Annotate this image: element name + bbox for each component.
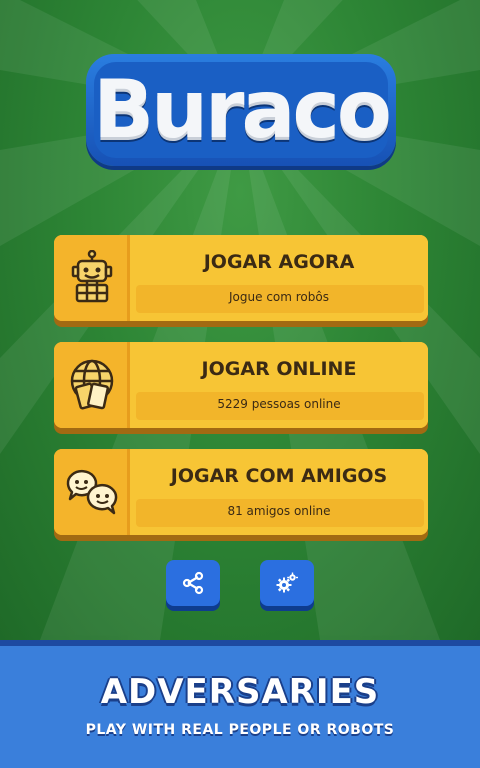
play-online-subtitle: 5229 pessoas online bbox=[217, 397, 341, 411]
play-with-friends-title: JOGAR COM AMIGOS bbox=[170, 465, 388, 487]
globe-cards-icon bbox=[70, 359, 114, 410]
buraco-logo: Buraco bbox=[86, 54, 396, 166]
play-now-title: JOGAR AGORA bbox=[203, 251, 355, 273]
play-now-button[interactable]: JOGAR AGORA Jogue com robôs bbox=[54, 235, 428, 321]
play-online-icon-box bbox=[54, 342, 130, 428]
robot-icon bbox=[71, 250, 113, 303]
play-now-subtitle: Jogue com robôs bbox=[229, 290, 329, 304]
promo-banner: ADVERSARIES PLAY WITH REAL PEOPLE OR ROB… bbox=[0, 640, 480, 768]
game-background: Buraco JOGAR AGORA Jogue com robôs JOGAR… bbox=[0, 0, 480, 640]
play-with-friends-subtitle: 81 amigos online bbox=[227, 504, 331, 518]
share-button[interactable] bbox=[166, 560, 220, 606]
settings-icon bbox=[276, 572, 298, 593]
banner-subtitle: PLAY WITH REAL PEOPLE OR ROBOTS bbox=[85, 722, 395, 738]
play-online-title: JOGAR ONLINE bbox=[201, 358, 357, 380]
settings-button[interactable] bbox=[260, 560, 314, 606]
play-now-face: JOGAR AGORA Jogue com robôs bbox=[130, 235, 428, 321]
share-icon bbox=[182, 571, 204, 595]
banner-title: ADVERSARIES bbox=[100, 672, 380, 712]
play-with-friends-button[interactable]: JOGAR COM AMIGOS 81 amigos online bbox=[54, 449, 428, 535]
friends-chat-icon bbox=[66, 469, 118, 515]
play-online-button[interactable]: JOGAR ONLINE 5229 pessoas online bbox=[54, 342, 428, 428]
play-online-face: JOGAR ONLINE 5229 pessoas online bbox=[130, 342, 428, 428]
play-with-friends-icon-box bbox=[54, 449, 130, 535]
logo-text: Buraco bbox=[93, 63, 392, 156]
play-now-icon-box bbox=[54, 235, 130, 321]
play-with-friends-face: JOGAR COM AMIGOS 81 amigos online bbox=[130, 449, 428, 535]
